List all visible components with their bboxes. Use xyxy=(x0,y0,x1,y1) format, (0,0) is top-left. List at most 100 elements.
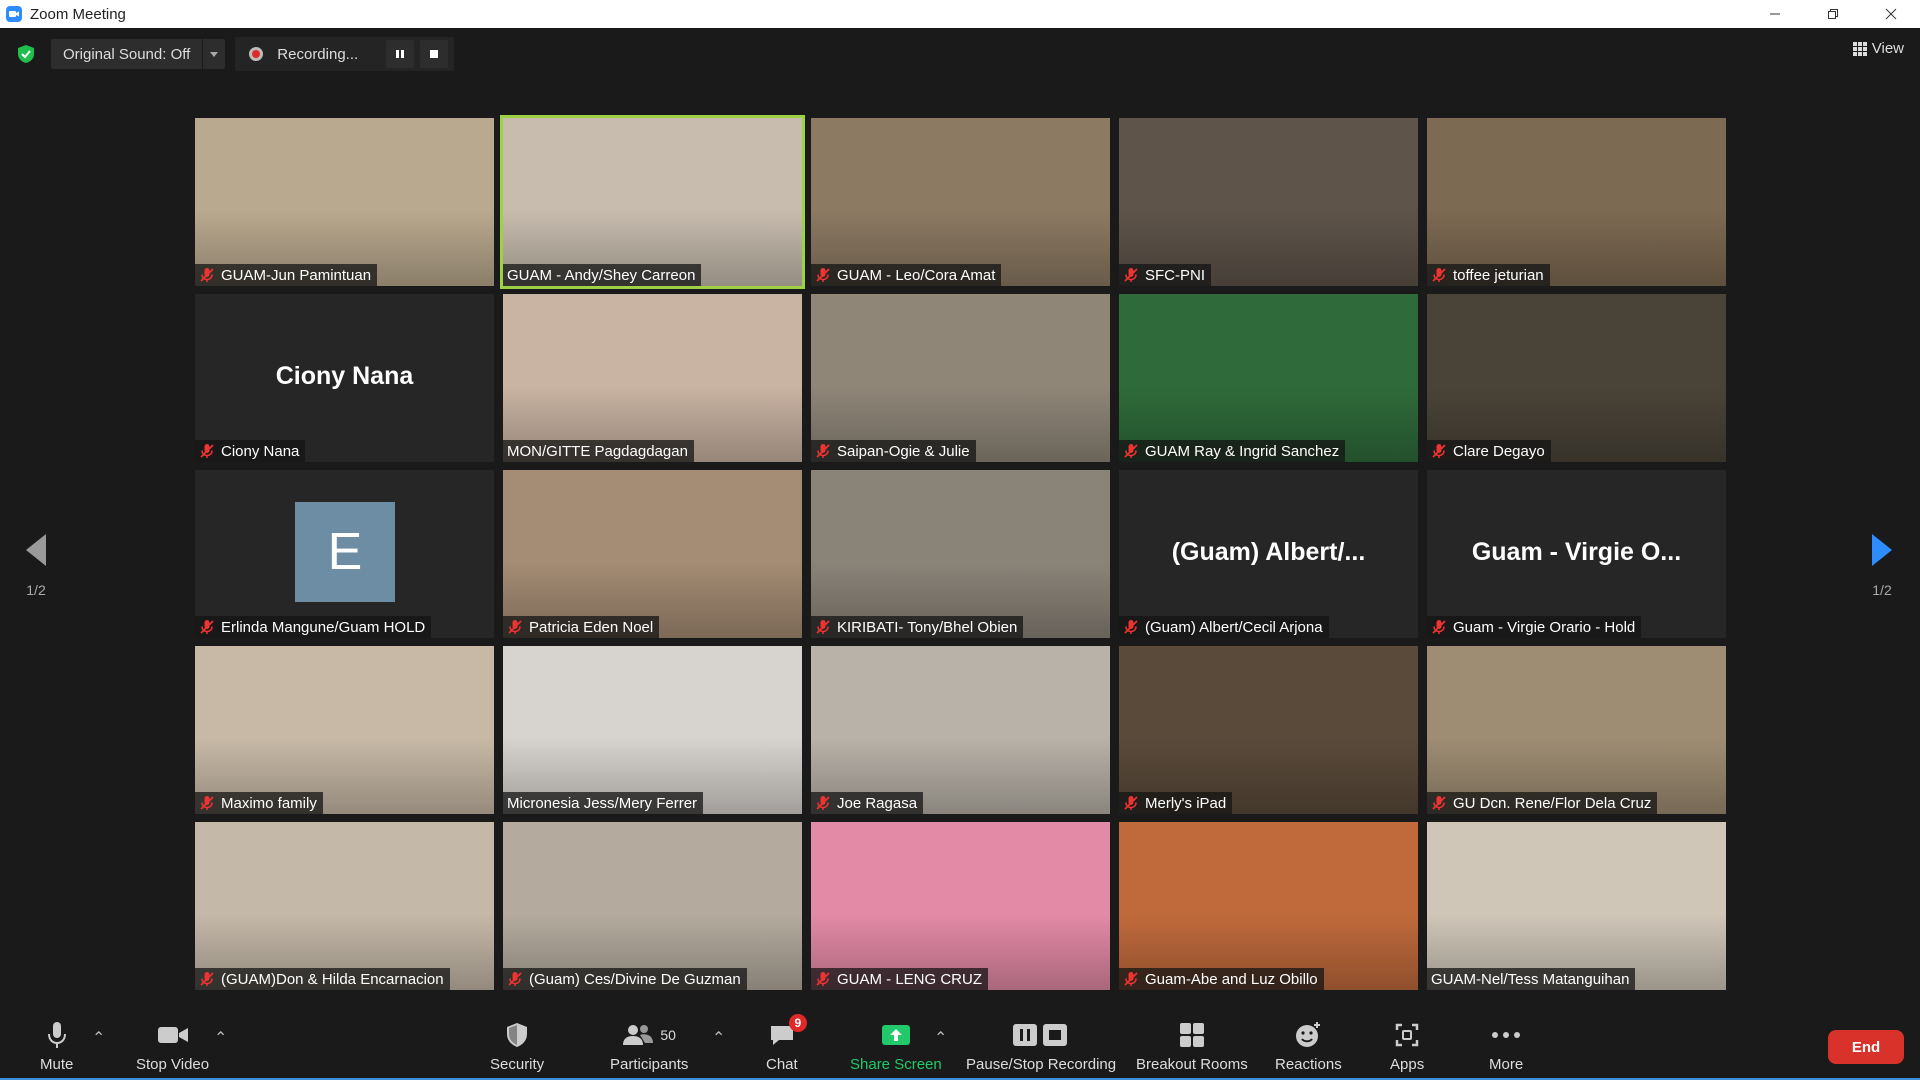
stop-recording-button[interactable] xyxy=(420,40,449,68)
participant-tile[interactable]: E Erlinda Mangune/Guam HOLD xyxy=(195,470,494,638)
participant-tile[interactable]: KIRIBATI- Tony/Bhel Obien xyxy=(811,470,1110,638)
participant-tile[interactable]: Maximo family xyxy=(195,646,494,814)
previous-page-button[interactable]: 1/2 xyxy=(18,532,54,598)
participants-count: 50 xyxy=(660,1027,676,1043)
participant-tile[interactable]: GUAM-Nel/Tess Matanguihan xyxy=(1427,822,1726,990)
participants-chevron-up-icon[interactable]: ⌃ xyxy=(712,1028,725,1048)
encryption-shield-icon[interactable] xyxy=(15,43,37,65)
participant-name: GUAM - Leo/Cora Amat xyxy=(837,266,996,284)
participant-tile[interactable]: Clare Degayo xyxy=(1427,294,1726,462)
participant-tile[interactable]: Patricia Eden Noel xyxy=(503,470,802,638)
participant-tile[interactable]: Ciony Nana Ciony Nana xyxy=(195,294,494,462)
apps-button[interactable]: Apps xyxy=(1390,1020,1424,1073)
participant-name-label: Micronesia Jess/Mery Ferrer xyxy=(503,792,704,814)
participant-name-label: Guam-Abe and Luz Obillo xyxy=(1119,968,1324,990)
participant-name: GU Dcn. Rene/Flor Dela Cruz xyxy=(1453,794,1652,812)
participant-tile[interactable]: GUAM - Andy/Shey Carreon xyxy=(500,115,805,289)
mute-button[interactable]: Mute xyxy=(40,1020,73,1073)
participant-video xyxy=(503,294,802,462)
participant-name-label: GUAM-Nel/Tess Matanguihan xyxy=(1427,968,1636,990)
security-shield-icon xyxy=(507,1023,528,1047)
title-bar: Zoom Meeting xyxy=(0,0,1920,28)
participant-name: (GUAM)Don & Hilda Encarnacion xyxy=(221,970,444,988)
participant-tile[interactable]: GU Dcn. Rene/Flor Dela Cruz xyxy=(1427,646,1726,814)
original-sound-button[interactable]: Original Sound: Off xyxy=(51,39,226,69)
participant-tile[interactable]: Micronesia Jess/Mery Ferrer xyxy=(503,646,802,814)
participant-name: Clare Degayo xyxy=(1453,442,1545,460)
microphone-muted-icon xyxy=(1432,796,1446,810)
chat-button[interactable]: 9 Chat xyxy=(766,1014,807,1073)
participant-name-label: KIRIBATI- Tony/Bhel Obien xyxy=(811,616,1024,638)
participant-name: (Guam) Ces/Divine De Guzman xyxy=(529,970,741,988)
stop-video-button[interactable]: Stop Video xyxy=(136,1020,209,1073)
window-title: Zoom Meeting xyxy=(30,5,126,23)
pause-stop-recording-button[interactable]: Pause/Stop Recording xyxy=(966,1020,1116,1073)
participant-tile[interactable]: (Guam) Ces/Divine De Guzman xyxy=(503,822,802,990)
participant-tile[interactable]: SFC-PNI xyxy=(1119,118,1418,286)
minimize-icon[interactable] xyxy=(1746,0,1804,28)
microphone-muted-icon xyxy=(816,268,830,282)
end-meeting-button[interactable]: End xyxy=(1828,1030,1904,1064)
participant-tile[interactable]: MON/GITTE Pagdagdagan xyxy=(503,294,802,462)
participant-name: Erlinda Mangune/Guam HOLD xyxy=(221,618,426,636)
participant-tile[interactable]: (GUAM)Don & Hilda Encarnacion xyxy=(195,822,494,990)
participant-name: MON/GITTE Pagdagdagan xyxy=(507,442,688,460)
participant-tile[interactable]: Joe Ragasa xyxy=(811,646,1110,814)
participant-name: Maximo family xyxy=(221,794,317,812)
participant-tile[interactable]: GUAM - LENG CRUZ xyxy=(811,822,1110,990)
microphone-muted-icon xyxy=(816,444,830,458)
participant-video xyxy=(1427,822,1726,990)
chevron-down-icon[interactable] xyxy=(202,39,225,69)
participant-name: Joe Ragasa xyxy=(837,794,918,812)
participant-name: GUAM-Jun Pamintuan xyxy=(221,266,372,284)
participant-video xyxy=(195,646,494,814)
pause-recording-button[interactable] xyxy=(386,40,415,68)
page-indicator-right: 1/2 xyxy=(1872,582,1892,598)
apps-label: Apps xyxy=(1390,1056,1425,1073)
participant-video xyxy=(1427,118,1726,286)
participant-name: toffee jeturian xyxy=(1453,266,1544,284)
audio-options-chevron-up-icon[interactable]: ⌃ xyxy=(92,1028,105,1048)
participant-name-label: Saipan-Ogie & Julie xyxy=(811,440,976,462)
restore-icon[interactable] xyxy=(1804,0,1862,28)
participant-name: Merly's iPad xyxy=(1145,794,1227,812)
reactions-smiley-icon xyxy=(1296,1022,1321,1047)
participant-tile[interactable]: (Guam) Albert/... (Guam) Albert/Cecil Arj… xyxy=(1119,470,1418,638)
close-icon[interactable] xyxy=(1862,0,1920,28)
participant-video xyxy=(811,646,1110,814)
next-page-button[interactable]: 1/2 xyxy=(1864,532,1900,598)
participant-name-label: Merly's iPad xyxy=(1119,792,1233,814)
share-options-chevron-up-icon[interactable]: ⌃ xyxy=(934,1028,947,1048)
microphone-muted-icon xyxy=(1124,620,1138,634)
participant-avatar: E xyxy=(295,502,395,602)
microphone-muted-icon xyxy=(200,972,214,986)
participant-name: Micronesia Jess/Mery Ferrer xyxy=(507,794,698,812)
participant-name-label: Clare Degayo xyxy=(1427,440,1551,462)
share-screen-button[interactable]: Share Screen xyxy=(850,1020,942,1073)
security-button[interactable]: Security xyxy=(490,1020,544,1073)
participant-tile[interactable]: GUAM Ray & Ingrid Sanchez xyxy=(1119,294,1418,462)
participants-button[interactable]: 50 Participants xyxy=(610,1020,688,1073)
view-button[interactable]: View xyxy=(1852,40,1904,57)
participant-tile[interactable]: Guam - Virgie O... Guam - Virgie Orario -… xyxy=(1427,470,1726,638)
video-options-chevron-up-icon[interactable]: ⌃ xyxy=(214,1028,227,1048)
microphone-muted-icon xyxy=(816,972,830,986)
participant-name-label: Guam - Virgie Orario - Hold xyxy=(1427,616,1642,638)
participant-tile[interactable]: Guam-Abe and Luz Obillo xyxy=(1119,822,1418,990)
participant-tile[interactable]: Merly's iPad xyxy=(1119,646,1418,814)
participant-name-label: (Guam) Ces/Divine De Guzman xyxy=(503,968,747,990)
participant-tile[interactable]: GUAM - Leo/Cora Amat xyxy=(811,118,1110,286)
participant-display-name: Ciony Nana xyxy=(275,362,414,390)
participant-tile[interactable]: Saipan-Ogie & Julie xyxy=(811,294,1110,462)
more-button[interactable]: More xyxy=(1489,1020,1523,1073)
apps-icon xyxy=(1395,1023,1419,1047)
participant-video xyxy=(811,822,1110,990)
reactions-button[interactable]: Reactions xyxy=(1275,1020,1342,1073)
participant-tile[interactable]: GUAM-Jun Pamintuan xyxy=(195,118,494,286)
breakout-rooms-button[interactable]: Breakout Rooms xyxy=(1136,1020,1248,1073)
video-camera-icon xyxy=(157,1027,188,1043)
participant-tile[interactable]: toffee jeturian xyxy=(1427,118,1726,286)
participant-video xyxy=(503,822,802,990)
microphone-muted-icon xyxy=(1432,268,1446,282)
gallery-grid: GUAM-Jun Pamintuan GUAM - Andy/Shey Carre… xyxy=(195,115,1726,990)
